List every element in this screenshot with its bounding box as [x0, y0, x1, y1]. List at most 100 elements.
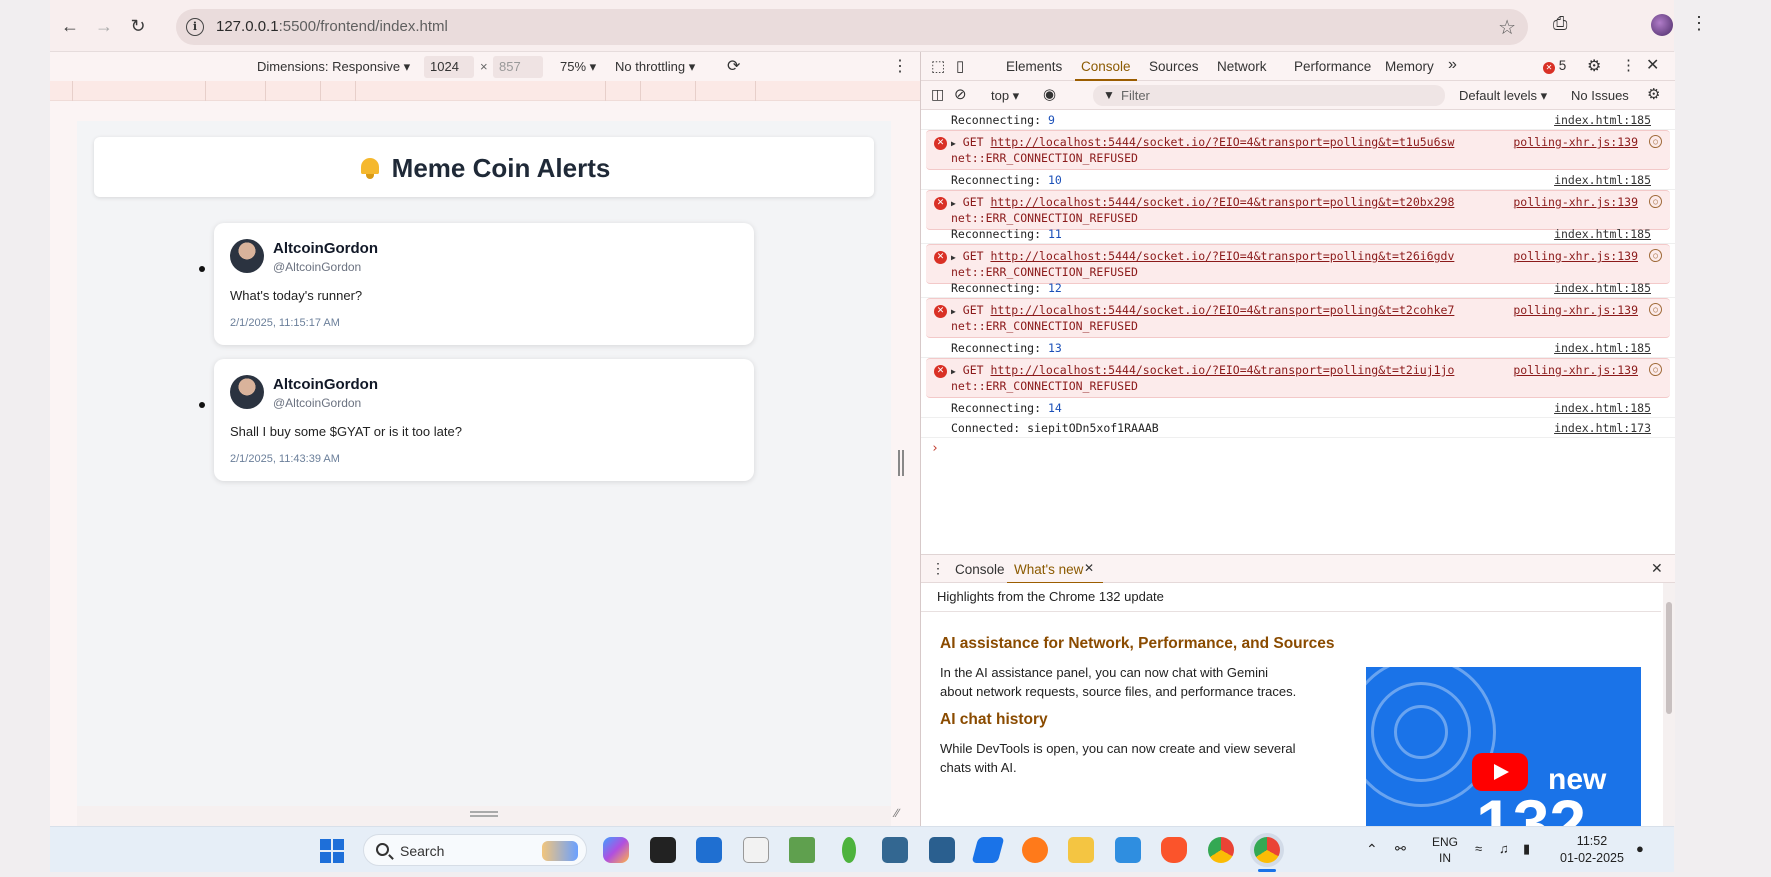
nodejs-icon[interactable]: [789, 837, 815, 863]
reload-icon[interactable]: ↻: [126, 14, 150, 38]
network-request-icon[interactable]: ○: [1649, 363, 1662, 376]
eye-icon[interactable]: ◉: [1043, 85, 1056, 103]
throttling-dropdown[interactable]: No throttling ▾: [615, 59, 695, 75]
bookmark-star-icon[interactable]: ☆: [1498, 15, 1516, 40]
vscode-icon[interactable]: [1115, 837, 1141, 863]
drawer-tab-console[interactable]: Console: [955, 562, 1005, 577]
mongodb-icon[interactable]: [842, 837, 856, 863]
url-text[interactable]: 127.0.0.1:5500/frontend/index.html: [216, 18, 448, 35]
postgres-icon[interactable]: [882, 837, 908, 863]
drawer-tab-whats-new[interactable]: What's new: [1014, 562, 1083, 577]
close-drawer-icon[interactable]: ✕: [1651, 560, 1663, 577]
media-query-ruler[interactable]: [50, 81, 920, 101]
filter-input[interactable]: ▼ Filter: [1093, 85, 1445, 106]
ollama-icon[interactable]: [743, 837, 769, 863]
sidebar-toggle-icon[interactable]: ◫: [931, 86, 944, 103]
more-tabs-icon[interactable]: »: [1448, 56, 1457, 74]
tab-console[interactable]: Console: [1081, 59, 1131, 74]
dimensions-dropdown[interactable]: Dimensions: Responsive ▾: [257, 59, 410, 75]
network-request-icon[interactable]: ○: [1649, 195, 1662, 208]
notification-bell-icon[interactable]: ●: [1636, 841, 1644, 856]
feature-heading[interactable]: AI chat history: [940, 711, 1048, 729]
app-icon[interactable]: [971, 837, 1005, 863]
tab-elements[interactable]: Elements: [1006, 59, 1062, 74]
request-url-link[interactable]: http://localhost:5444/socket.io/?EIO=4&t…: [990, 363, 1454, 377]
zoom-dropdown[interactable]: 75% ▾: [560, 59, 596, 75]
video-thumbnail[interactable]: new 132: [1366, 667, 1641, 826]
expand-triangle-icon[interactable]: ▶: [951, 199, 956, 208]
expand-triangle-icon[interactable]: ▶: [951, 307, 956, 316]
device-toggle-icon[interactable]: ▯: [956, 57, 964, 75]
file-explorer-icon[interactable]: [1068, 837, 1094, 863]
store-icon[interactable]: [696, 837, 722, 863]
issues-button[interactable]: No Issues: [1571, 88, 1629, 103]
tab-memory[interactable]: Memory: [1385, 59, 1434, 74]
source-link[interactable]: index.html:185: [1554, 341, 1651, 355]
browser-menu-icon[interactable]: ⋮: [1690, 13, 1708, 34]
language-indicator[interactable]: ENG IN: [1432, 834, 1458, 866]
request-url-link[interactable]: http://localhost:5444/socket.io/?EIO=4&t…: [990, 303, 1454, 317]
back-icon[interactable]: ←: [58, 14, 82, 38]
extensions-icon[interactable]: ⎙: [1553, 13, 1567, 34]
settings-gear-icon[interactable]: ⚙: [1587, 56, 1601, 76]
clear-console-icon[interactable]: ⊘: [954, 85, 967, 103]
inspect-element-icon[interactable]: ⬚: [931, 57, 945, 75]
battery-icon[interactable]: ▮: [1523, 841, 1530, 857]
postman-icon[interactable]: [1022, 837, 1048, 863]
tab-network[interactable]: Network: [1217, 59, 1267, 74]
tab-sources[interactable]: Sources: [1149, 59, 1199, 74]
source-link[interactable]: polling-xhr.js:139: [1513, 249, 1638, 263]
error-count-badge[interactable]: ✕ 5: [1543, 58, 1566, 74]
console-prompt-icon[interactable]: ›: [931, 441, 939, 456]
tray-chevron-icon[interactable]: ⌃: [1366, 841, 1378, 858]
taskbar-clock[interactable]: 11:52 01-02-2025: [1560, 833, 1624, 867]
drawer-scroll-thumb[interactable]: [1666, 602, 1672, 714]
source-link[interactable]: polling-xhr.js:139: [1513, 195, 1638, 209]
source-link[interactable]: polling-xhr.js:139: [1513, 135, 1638, 149]
resize-corner-icon[interactable]: ∕∕: [895, 806, 899, 820]
request-url-link[interactable]: http://localhost:5444/socket.io/?EIO=4&t…: [990, 195, 1454, 209]
source-link[interactable]: index.html:185: [1554, 401, 1651, 415]
volume-icon[interactable]: ♫: [1499, 841, 1509, 856]
source-link[interactable]: polling-xhr.js:139: [1513, 363, 1638, 377]
source-link[interactable]: index.html:173: [1554, 421, 1651, 435]
profile-avatar[interactable]: [1651, 14, 1673, 36]
devtools-menu-icon[interactable]: ⋮: [1621, 56, 1636, 74]
taskbar-search[interactable]: Search: [363, 834, 587, 866]
request-url-link[interactable]: http://localhost:5444/socket.io/?EIO=4&t…: [990, 249, 1454, 263]
expand-triangle-icon[interactable]: ▶: [951, 139, 956, 148]
request-url-link[interactable]: http://localhost:5444/socket.io/?EIO=4&t…: [990, 135, 1454, 149]
windows-start-icon[interactable]: [320, 839, 344, 863]
drawer-menu-icon[interactable]: ⋮: [931, 560, 945, 577]
log-levels-dropdown[interactable]: Default levels ▾: [1459, 88, 1547, 104]
rotate-icon[interactable]: ⟳: [727, 56, 740, 76]
address-bar[interactable]: i 127.0.0.1:5500/frontend/index.html ☆: [176, 9, 1528, 45]
context-dropdown[interactable]: top ▾: [991, 88, 1019, 104]
source-link[interactable]: index.html:185: [1554, 113, 1651, 127]
expand-triangle-icon[interactable]: ▶: [951, 253, 956, 262]
terminal-icon[interactable]: [650, 837, 676, 863]
source-link[interactable]: index.html:185: [1554, 173, 1651, 187]
console-settings-icon[interactable]: ⚙: [1647, 85, 1660, 103]
resize-handle-bottom[interactable]: [470, 811, 498, 817]
viewport-width-input[interactable]: 1024: [424, 56, 474, 78]
microphone-icon[interactable]: ⚯: [1395, 841, 1406, 857]
network-request-icon[interactable]: ○: [1649, 303, 1662, 316]
source-link[interactable]: index.html:185: [1554, 281, 1651, 295]
expand-triangle-icon[interactable]: ▶: [951, 367, 956, 376]
device-more-icon[interactable]: ⋮: [892, 56, 908, 76]
app-icon[interactable]: [929, 837, 955, 863]
forward-icon[interactable]: →: [92, 14, 116, 38]
source-link[interactable]: index.html:185: [1554, 227, 1651, 241]
chrome-active-icon[interactable]: [1254, 837, 1280, 863]
chrome-icon[interactable]: [1208, 837, 1234, 863]
wifi-icon[interactable]: ≈: [1475, 841, 1482, 856]
close-devtools-icon[interactable]: ✕: [1646, 55, 1659, 75]
network-request-icon[interactable]: ○: [1649, 249, 1662, 262]
brave-icon[interactable]: [1161, 837, 1187, 863]
viewport-height-input[interactable]: 857: [493, 56, 543, 78]
close-tab-icon[interactable]: ✕: [1084, 561, 1094, 575]
tab-performance[interactable]: Performance: [1294, 59, 1371, 74]
site-info-icon[interactable]: i: [186, 18, 204, 36]
resize-handle-right[interactable]: [898, 450, 904, 476]
